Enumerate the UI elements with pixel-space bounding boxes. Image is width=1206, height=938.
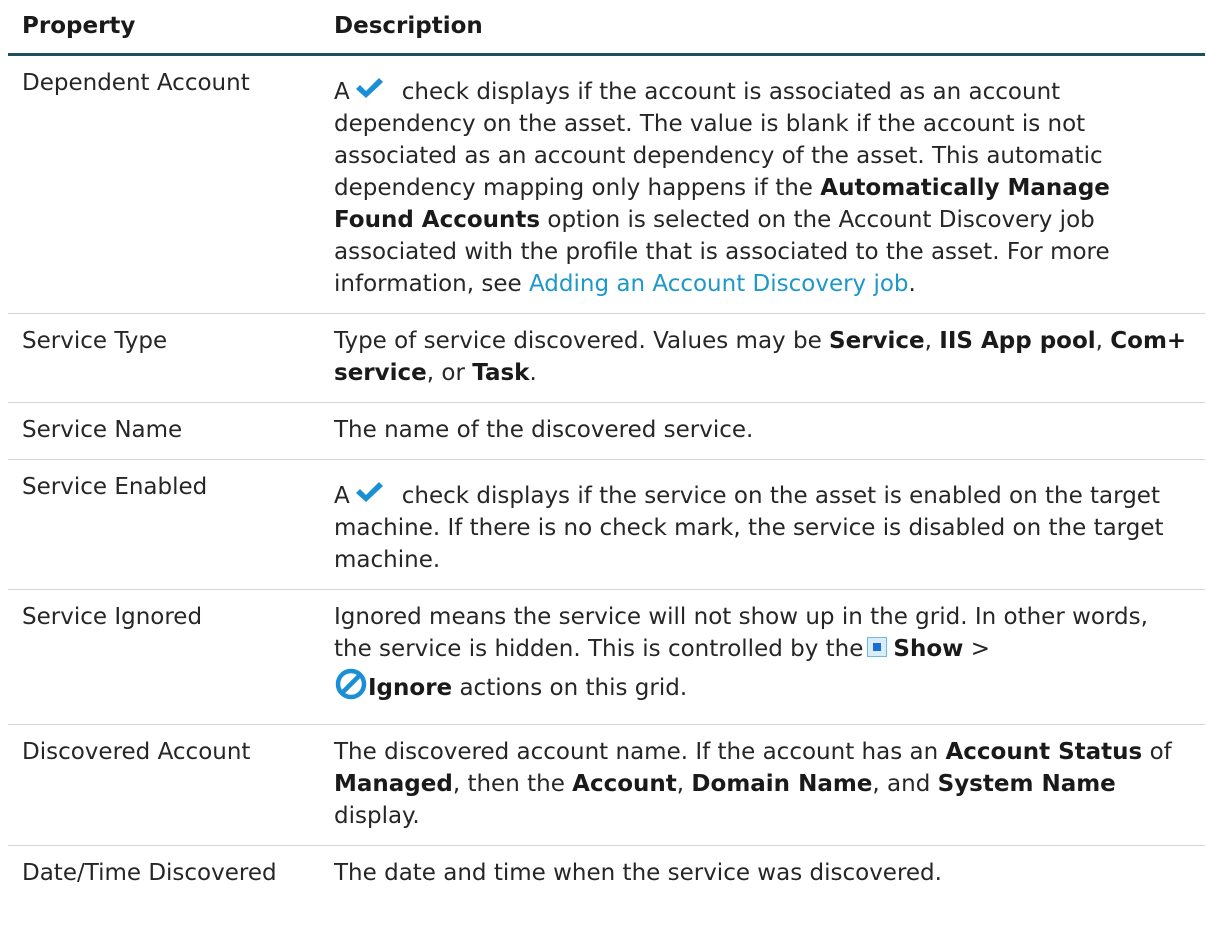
description-text: Ignored means the service will not show … [334, 604, 1148, 662]
description-cell: Acheck displays if the service on the as… [320, 459, 1205, 590]
property-cell: Service Ignored [8, 589, 320, 725]
description-text: , then the [452, 771, 565, 797]
property-cell: Service Type [8, 313, 320, 403]
description-cell: The name of the discovered service. [320, 402, 1205, 460]
field-name: Account [572, 771, 677, 797]
table-row: Discovered Account The discovered accoun… [8, 724, 1205, 846]
value-name: Task [472, 360, 530, 386]
description-text: A [334, 79, 350, 105]
property-cell: Service Enabled [8, 459, 320, 590]
description-cell: Acheck displays if the account is associ… [320, 54, 1205, 314]
table-header-row: Property Description [8, 0, 1205, 56]
description-cell: The date and time when the service was d… [320, 846, 1205, 903]
description-text: , [924, 328, 932, 354]
table-row: Service Ignored Ignored means the servic… [8, 589, 1205, 725]
description-text: of [1149, 739, 1172, 765]
description-text: , [676, 771, 685, 797]
description-text: , and [872, 771, 931, 797]
description-text: > [970, 636, 990, 662]
description-text: . [908, 271, 916, 297]
description-text: A [334, 483, 350, 509]
table-row: Date/Time Discovered The date and time w… [8, 846, 1205, 903]
description-text: The discovered account name. If the acco… [334, 739, 939, 765]
field-name: Managed [334, 771, 453, 797]
action-name: Show [893, 636, 964, 662]
description-text: The name of the discovered service. [334, 417, 754, 443]
description-text: The date and time when the service was d… [334, 860, 942, 886]
action-name: Ignore [368, 675, 453, 701]
description-text: . [529, 360, 537, 386]
field-name: System Name [937, 771, 1116, 797]
description-column-header: Description [320, 0, 1205, 56]
properties-table: Property Description Dependent Account A… [8, 0, 1205, 902]
show-icon [867, 634, 888, 657]
description-text: , [1095, 328, 1103, 354]
table-row: Service Enabled Acheck displays if the s… [8, 459, 1205, 590]
check-icon [354, 76, 384, 100]
check-icon [354, 480, 384, 504]
table-row: Service Name The name of the discovered … [8, 402, 1205, 460]
adding-account-discovery-job-link[interactable]: Adding an Account Discovery job [529, 271, 909, 297]
ignore-icon [334, 667, 368, 701]
description-text: actions on this grid. [459, 675, 688, 701]
property-column-header: Property [8, 0, 320, 56]
description-cell: The discovered account name. If the acco… [320, 724, 1205, 846]
table-row: Dependent Account Acheck displays if the… [8, 54, 1205, 314]
description-text: check displays if the service on the ass… [334, 483, 1164, 573]
value-name: Service [829, 328, 925, 354]
property-cell: Dependent Account [8, 54, 320, 314]
description-text: Type of service discovered. Values may b… [334, 328, 822, 354]
description-text: display. [334, 803, 420, 829]
property-cell: Date/Time Discovered [22, 860, 277, 886]
description-cell: Type of service discovered. Values may b… [320, 313, 1205, 403]
property-cell: Discovered Account [8, 724, 320, 846]
property-cell: Service Name [8, 402, 320, 460]
value-name: IIS App pool [939, 328, 1096, 354]
description-cell: Ignored means the service will not show … [320, 589, 1205, 725]
table-row: Service Type Type of service discovered.… [8, 313, 1205, 403]
field-name: Domain Name [691, 771, 873, 797]
field-name: Account Status [945, 739, 1143, 765]
description-text: , or [426, 360, 465, 386]
